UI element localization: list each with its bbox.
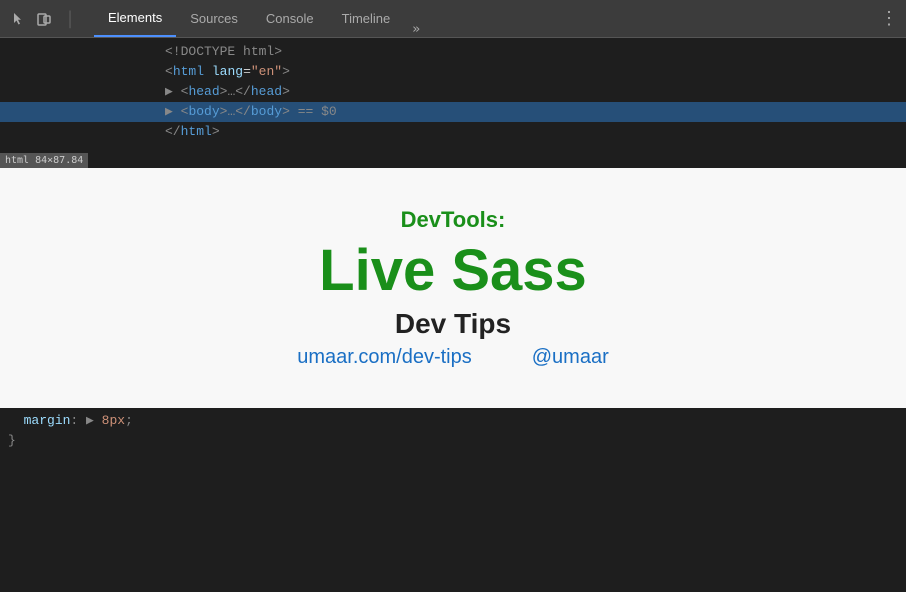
devtools-icon-group: | — [8, 9, 80, 29]
overlay-card: DevTools: Live Sass Dev Tips umaar.com/d… — [0, 168, 906, 408]
devtools-tab-list: Elements Sources Console Timeline » — [94, 0, 426, 37]
dom-line-head[interactable]: ▶ <head>…</head> — [0, 82, 906, 102]
overlay-link-site[interactable]: umaar.com/dev-tips — [297, 346, 472, 369]
devtools-menu-button[interactable]: ⋮ — [880, 8, 898, 29]
tab-more[interactable]: » — [406, 22, 426, 37]
dom-line-html-close: </html> — [0, 122, 906, 142]
tab-elements[interactable]: Elements — [94, 0, 176, 37]
element-badge: html 84×87.84 — [0, 153, 88, 168]
devtools-toolbar: | Elements Sources Console Timeline » ⋮ — [0, 0, 906, 38]
overlay-title: Live Sass — [319, 239, 587, 303]
dom-panel: <!DOCTYPE html> <html lang="en"> ▶ <head… — [0, 38, 906, 168]
tab-sources[interactable]: Sources — [176, 0, 252, 37]
device-icon[interactable] — [34, 9, 54, 29]
overlay-section: Dev Tips — [395, 308, 511, 340]
tab-timeline[interactable]: Timeline — [328, 0, 405, 37]
css-line-1: margin: ▶ 8px; — [0, 411, 906, 431]
divider-icon: | — [60, 9, 80, 29]
cursor-icon[interactable] — [8, 9, 28, 29]
dom-line-doctype: <!DOCTYPE html> — [0, 42, 906, 62]
dom-line-html: <html lang="en"> — [0, 62, 906, 82]
dom-line-body[interactable]: ▶ <body>…</body> == $0 — [0, 102, 906, 122]
overlay-subtitle: DevTools: — [401, 207, 506, 233]
overlay-link-twitter[interactable]: @umaar — [532, 346, 609, 369]
tab-console[interactable]: Console — [252, 0, 328, 37]
overlay-links: umaar.com/dev-tips @umaar — [297, 346, 609, 369]
css-panel: margin: ▶ 8px; } — [0, 407, 906, 592]
css-line-2: } — [0, 431, 906, 451]
